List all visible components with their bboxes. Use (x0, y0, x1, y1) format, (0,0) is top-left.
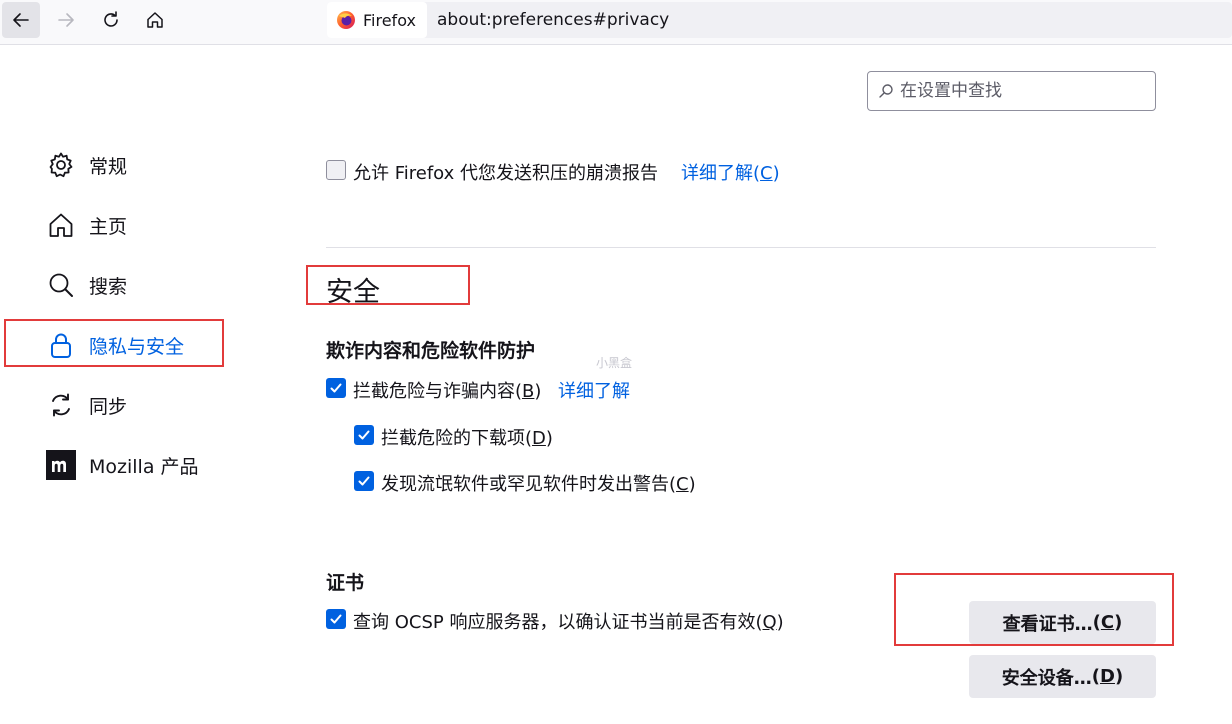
home-button[interactable] (136, 2, 174, 38)
warn-unwanted-software-label: 发现流氓软件或罕见软件时发出警告(C) (381, 474, 696, 495)
url-text[interactable]: about:preferences#privacy (437, 10, 669, 30)
annotation-highlight-box (894, 573, 1174, 646)
ocsp-checkbox[interactable] (326, 609, 346, 629)
block-dangerous-label: 拦截危险与诈骗内容(B) (353, 381, 542, 402)
search-icon (879, 84, 893, 98)
sidebar-item-sync[interactable]: 同步 (46, 387, 127, 423)
block-downloads-label: 拦截危险的下载项(D) (381, 428, 553, 449)
settings-search-box[interactable] (867, 71, 1156, 111)
ocsp-label: 查询 OCSP 响应服务器，以确认证书当前是否有效(Q) (353, 612, 784, 633)
certificates-heading: 证书 (326, 572, 365, 594)
block-dangerous-learn-more-link[interactable]: 详细了解 (558, 377, 630, 403)
sidebar-item-home[interactable]: 主页 (46, 207, 127, 243)
reload-icon (104, 11, 118, 27)
annotation-highlight-box (306, 265, 470, 305)
security-devices-button[interactable]: 安全设备…(D) (969, 655, 1156, 698)
checkmark-icon (358, 476, 370, 486)
watermark: 小黑盒 (596, 356, 633, 370)
block-downloads-checkbox[interactable] (354, 425, 374, 445)
browser-toolbar: Firefox about:preferences#privacy (0, 0, 1232, 45)
deceptive-content-heading: 欺诈内容和危险软件防护 (326, 340, 536, 362)
sidebar-item-label: 常规 (89, 155, 128, 178)
sidebar-item-label: 搜索 (89, 275, 128, 298)
sidebar-item-mozilla-products[interactable]: Mozilla 产品 (46, 447, 199, 483)
checkmark-icon (330, 614, 342, 624)
crash-report-checkbox[interactable] (326, 160, 346, 180)
back-button[interactable] (2, 2, 40, 38)
identity-box[interactable]: Firefox (327, 2, 427, 38)
sidebar-item-search[interactable]: 搜索 (46, 267, 127, 303)
sync-icon (46, 390, 76, 420)
warn-unwanted-software-checkbox[interactable] (354, 471, 374, 491)
sidebar-item-label: 同步 (89, 395, 128, 418)
section-divider (326, 247, 1156, 248)
arrow-left-icon (13, 13, 29, 27)
firefox-logo-icon (337, 11, 355, 29)
forward-button[interactable] (47, 2, 85, 38)
gear-icon (46, 150, 76, 180)
sidebar-item-general[interactable]: 常规 (46, 147, 127, 183)
arrow-right-icon (58, 13, 74, 27)
identity-label: Firefox (363, 10, 416, 30)
annotation-highlight-box (4, 319, 224, 367)
search-icon (46, 270, 76, 300)
search-input[interactable] (900, 81, 1140, 101)
mozilla-icon (46, 450, 76, 480)
sidebar-item-label: Mozilla 产品 (89, 455, 199, 478)
url-bar[interactable]: Firefox about:preferences#privacy (327, 2, 1232, 38)
crash-report-label: 允许 Firefox 代您发送积压的崩溃报告 (353, 163, 659, 184)
crash-report-learn-more-link[interactable]: 详细了解(C) (681, 159, 780, 185)
home-icon (46, 210, 76, 240)
reload-button[interactable] (92, 2, 130, 38)
checkmark-icon (358, 430, 370, 440)
home-icon (147, 12, 163, 28)
sidebar-item-label: 主页 (89, 215, 128, 238)
block-dangerous-checkbox[interactable] (326, 378, 346, 398)
checkmark-icon (330, 383, 342, 393)
